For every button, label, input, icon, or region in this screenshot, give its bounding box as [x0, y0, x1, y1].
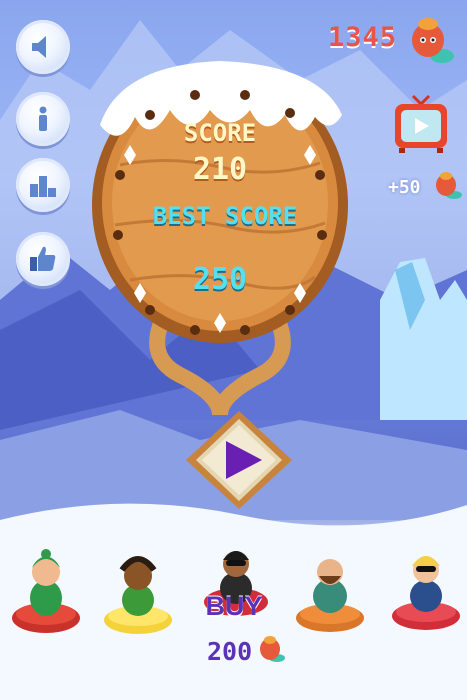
info-icon — [39, 106, 47, 131]
thumbs-up-icon — [30, 246, 56, 271]
speaker-icon — [32, 36, 46, 58]
buy-price: 200 — [207, 637, 253, 666]
character-boy-dreadlocks[interactable] — [98, 540, 178, 640]
character-locked-sunglasses[interactable] — [196, 540, 276, 640]
play-button[interactable] — [184, 409, 294, 511]
sound-button[interactable] — [16, 20, 70, 74]
character-girl-green[interactable] — [6, 540, 86, 640]
currency-mascot-icon — [412, 18, 454, 63]
best-score-value: 250 — [192, 262, 248, 297]
price-mascot-icon — [260, 636, 285, 662]
reward-amount: +50 — [388, 177, 421, 198]
character-bearded-plaid[interactable] — [290, 540, 370, 640]
score-label: SCORE — [183, 119, 257, 147]
leaderboard-button[interactable] — [16, 158, 70, 212]
score-value: 210 — [192, 152, 248, 187]
buy-button[interactable]: BUY — [203, 591, 265, 622]
leaderboard-icon — [30, 176, 56, 197]
character-blonde-sunglasses[interactable] — [386, 540, 466, 640]
reward-mascot-icon — [436, 172, 462, 199]
info-button[interactable] — [16, 92, 70, 146]
watch-video-reward-button[interactable] — [391, 94, 451, 154]
like-button[interactable] — [16, 232, 70, 286]
best-score-label: BEST SCORE — [152, 202, 298, 230]
coin-counter: 1345 — [327, 22, 397, 53]
